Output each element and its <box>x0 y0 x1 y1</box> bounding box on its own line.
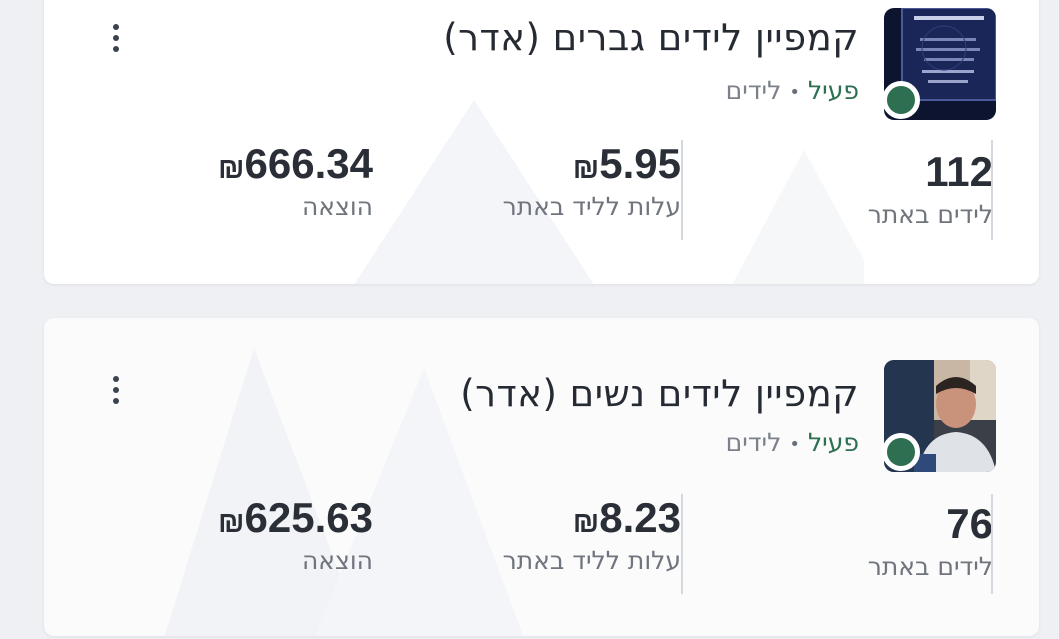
metric-label: לידים באתר <box>867 200 993 229</box>
separator-dot: • <box>789 433 800 455</box>
metric-divider <box>991 494 993 594</box>
status-label: פעיל <box>807 76 859 105</box>
metric-label: לידים באתר <box>867 552 993 581</box>
metric-cost-per-lead: ₪5.95 עלות לליד באתר <box>503 140 681 221</box>
campaign-status-line: פעיל • לידים <box>726 428 859 457</box>
metric-spend: ₪666.34 הוצאה <box>206 140 373 221</box>
campaign-type: לידים <box>725 76 782 105</box>
campaign-status-line: פעיל • לידים <box>726 76 859 105</box>
campaign-title[interactable]: קמפיין לידים נשים (אדר) <box>460 372 859 415</box>
metric-spend: ₪625.63 הוצאה <box>206 494 373 575</box>
metric-number: 8.23 <box>599 494 681 541</box>
status-indicator <box>882 433 920 471</box>
metric-number: 5.95 <box>599 140 681 187</box>
campaign-type: לידים <box>725 428 782 457</box>
metric-value: ₪8.23 <box>503 494 681 542</box>
metric-value: ₪666.34 <box>206 140 373 188</box>
metric-value: 112 <box>925 148 993 195</box>
status-label: פעיל <box>807 428 859 457</box>
metric-value: ₪5.95 <box>503 140 681 188</box>
more-options-icon[interactable] <box>104 16 128 60</box>
metric-leads: 76 לידים באתר <box>868 500 993 581</box>
campaign-card[interactable]: קמפיין לידים נשים (אדר) פעיל • לידים 76 לי… <box>44 318 1039 636</box>
metric-label: עלות לליד באתר <box>502 546 681 575</box>
campaign-list: קמפיין לידים גברים (אדר) פעיל • לידים 112 … <box>0 0 1059 639</box>
currency-symbol: ₪ <box>572 506 600 539</box>
currency-symbol: ₪ <box>218 506 245 539</box>
metric-value: 76 <box>946 500 993 547</box>
campaign-title[interactable]: קמפיין לידים גברים (אדר) <box>443 16 859 59</box>
metric-number: 666.34 <box>244 140 373 187</box>
metric-cost-per-lead: ₪8.23 עלות לליד באתר <box>503 494 681 575</box>
metric-value: ₪625.63 <box>206 494 373 542</box>
separator-dot: • <box>789 81 800 103</box>
metric-number: 625.63 <box>244 494 373 541</box>
campaign-card[interactable]: קמפיין לידים גברים (אדר) פעיל • לידים 112 … <box>44 0 1039 284</box>
metric-leads: 112 לידים באתר <box>868 148 993 229</box>
currency-symbol: ₪ <box>218 152 245 185</box>
metric-label: הוצאה <box>301 192 373 221</box>
metric-label: עלות לליד באתר <box>502 192 681 221</box>
status-indicator <box>882 81 920 119</box>
metric-label: הוצאה <box>301 546 373 575</box>
metric-divider <box>681 494 683 594</box>
currency-symbol: ₪ <box>572 152 600 185</box>
metric-divider <box>991 140 993 240</box>
more-options-icon[interactable] <box>104 368 128 412</box>
metric-divider <box>681 140 683 240</box>
